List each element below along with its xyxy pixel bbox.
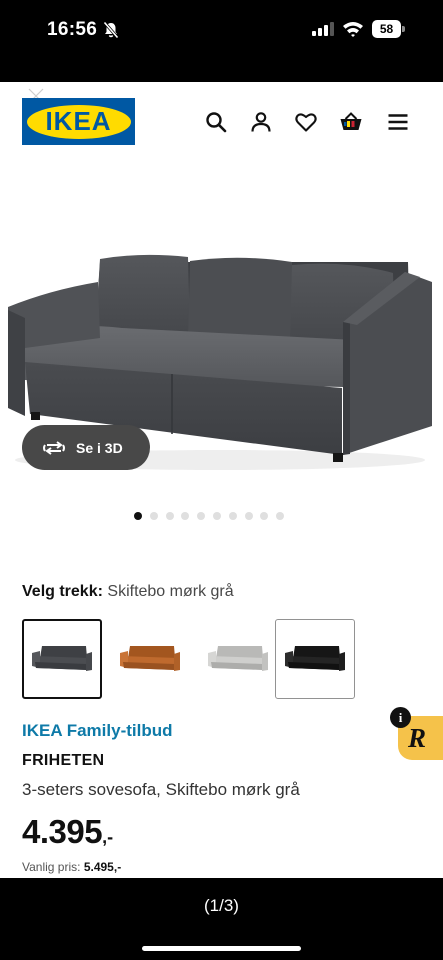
cover-label: Velg trekk: — [22, 583, 103, 600]
ikea-logo[interactable]: IKEA — [22, 98, 135, 145]
sofa-thumbnail — [285, 646, 345, 671]
view-3d-label: Se i 3D — [76, 439, 123, 456]
status-time: 16:56 — [47, 19, 98, 40]
carousel-dot[interactable] — [134, 512, 142, 520]
carousel-dot[interactable] — [260, 512, 269, 520]
product-page: IKEA Se i 3D Velg trekk: Skiftebo mørk g… — [0, 82, 443, 878]
regular-price: Vanlig pris: 5.495,- — [22, 860, 121, 874]
view-3d-button[interactable]: Se i 3D — [22, 425, 150, 470]
swatch-light-grey[interactable] — [198, 619, 278, 699]
regular-price-label: Vanlig pris: — [22, 860, 81, 874]
product-description: 3-seters sovesofa, Skiftebo mørk grå — [22, 780, 300, 799]
carousel-dot[interactable] — [276, 512, 285, 520]
image-pager: (1/3) — [204, 896, 239, 915]
carousel-dot[interactable] — [165, 512, 174, 520]
logo-text: IKEA — [45, 106, 112, 136]
image-carousel-dots[interactable] — [134, 512, 285, 520]
cover-swatches — [22, 619, 362, 699]
family-offer-label[interactable]: IKEA Family-tilbud — [22, 721, 173, 741]
carousel-dot[interactable] — [149, 512, 158, 520]
sofa-thumbnail — [208, 646, 268, 671]
swatch-black[interactable] — [275, 619, 355, 699]
sofa-thumbnail — [120, 646, 180, 671]
swatch-orange-brown[interactable] — [110, 619, 190, 699]
account-icon[interactable] — [249, 110, 273, 134]
cover-value: Skiftebo mørk grå — [107, 583, 234, 600]
battery-icon: 58 — [372, 20, 405, 38]
carousel-dot[interactable] — [197, 512, 206, 520]
bell-muted-icon — [103, 21, 119, 39]
product-price: 4.395,- — [22, 813, 113, 851]
carousel-dot[interactable] — [181, 512, 190, 520]
carousel-dot[interactable] — [212, 512, 221, 520]
cellular-signal-icon — [312, 22, 334, 36]
wifi-icon — [343, 22, 363, 37]
rotate-3d-icon — [43, 440, 65, 455]
battery-level: 58 — [372, 20, 401, 38]
regular-price-value: 5.495,- — [83, 860, 122, 874]
price-value: 4.395 — [22, 813, 103, 850]
swatch-dark-grey[interactable] — [22, 619, 102, 699]
price-suffix: ,- — [102, 827, 114, 847]
status-bar: 16:56 58 — [0, 0, 443, 82]
info-icon[interactable]: i — [390, 707, 411, 728]
cart-icon[interactable] — [339, 110, 363, 134]
product-name: FRIHETEN — [22, 752, 105, 769]
sofa-thumbnail — [32, 646, 92, 671]
wishlist-heart-icon[interactable] — [294, 110, 318, 134]
home-indicator[interactable] — [142, 946, 301, 951]
search-icon[interactable] — [204, 110, 228, 134]
menu-icon[interactable] — [386, 110, 410, 134]
image-viewer-bar: (1/3) — [0, 878, 443, 960]
carousel-dot[interactable] — [244, 512, 253, 520]
carousel-dot[interactable] — [228, 512, 237, 520]
cover-selector-label: Velg trekk: Skiftebo mørk grå — [22, 583, 234, 601]
